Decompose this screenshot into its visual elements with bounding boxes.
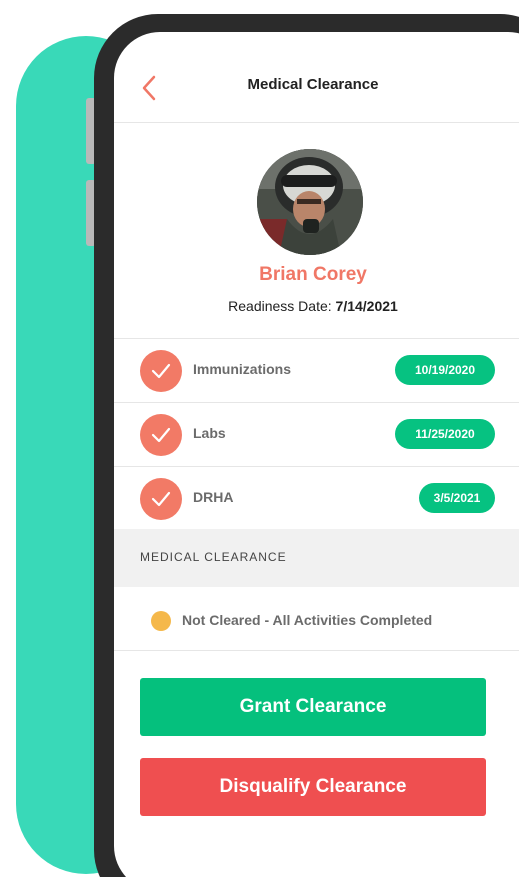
activity-label: Immunizations	[193, 361, 292, 377]
activity-label: DRHA	[193, 489, 234, 505]
readiness-date: Readiness Date: 7/14/2021	[114, 298, 512, 314]
check-icon	[151, 491, 171, 507]
date-badge: 10/19/2020	[395, 355, 495, 385]
header-bar: Medical Clearance	[114, 32, 519, 123]
section-header: MEDICAL CLEARANCE	[114, 529, 519, 587]
check-icon	[151, 427, 171, 443]
pilot-photo	[257, 149, 363, 255]
check-icon	[151, 363, 171, 379]
completed-badge	[140, 350, 182, 392]
page-title: Medical Clearance	[247, 76, 379, 93]
phone-screen: Medical Clearance Brian Corey Readiness …	[114, 32, 519, 877]
person-name: Brian Corey	[259, 264, 367, 285]
date-badge: 3/5/2021	[419, 483, 495, 513]
readiness-label: Readiness Date:	[228, 298, 336, 314]
disqualify-clearance-button[interactable]: Disqualify Clearance	[140, 758, 486, 816]
status-dot-icon	[151, 611, 171, 631]
activity-row[interactable]: DRHA 3/5/2021	[114, 467, 519, 530]
section-label: MEDICAL CLEARANCE	[140, 550, 287, 564]
readiness-date-value: 7/14/2021	[335, 298, 398, 314]
completed-badge	[140, 414, 182, 456]
avatar	[257, 149, 363, 255]
clearance-status: Not Cleared - All Activities Completed	[114, 588, 519, 651]
activity-label: Labs	[193, 425, 226, 441]
grant-clearance-button[interactable]: Grant Clearance	[140, 678, 486, 736]
status-text: Not Cleared - All Activities Completed	[182, 612, 433, 628]
date-badge: 11/25/2020	[395, 419, 495, 449]
completed-badge	[140, 478, 182, 520]
activity-row[interactable]: Labs 11/25/2020	[114, 403, 519, 466]
app-screenshot: Medical Clearance Brian Corey Readiness …	[0, 0, 519, 877]
activity-row[interactable]: Immunizations 10/19/2020	[114, 339, 519, 402]
